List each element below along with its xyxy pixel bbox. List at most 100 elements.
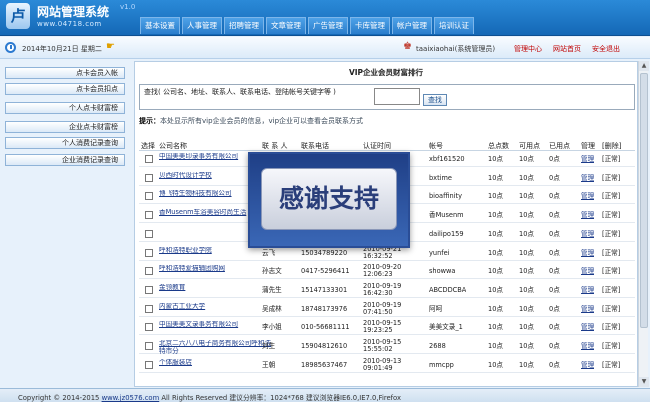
row-checkbox[interactable] [145, 285, 153, 294]
table-header: 选择 公司名称 联 系 人 联系电话 认证时间 帐号 总点数 可用点 已用点 管理 [删除] [139, 140, 635, 151]
sidebar-item-3[interactable]: 企业点卡财富榜 [5, 121, 125, 133]
nav-item-2[interactable]: 招聘管理 [224, 17, 264, 34]
row-checkbox[interactable] [145, 248, 153, 257]
available-points: 10点 [519, 342, 534, 350]
nav-item-7[interactable]: 培训认证 [434, 17, 474, 34]
nav-item-4[interactable]: 广告管理 [308, 17, 348, 34]
status-normal[interactable]: [正常] [602, 174, 620, 182]
company-name-link[interactable]: 呼和浩特职业学院 [159, 247, 274, 261]
total-points: 10点 [488, 211, 503, 220]
column-header-3: 联系电话 [301, 142, 329, 150]
available-points: 10点 [519, 285, 534, 294]
nav-item-0[interactable]: 基本设置 [140, 17, 180, 34]
link-admin-center[interactable]: 管理中心 [514, 44, 542, 54]
hand-icon: ☛ [106, 41, 115, 52]
manage-link[interactable]: 管理 [581, 211, 594, 219]
nav-item-1[interactable]: 人事管理 [182, 17, 222, 34]
manage-link[interactable]: 管理 [581, 361, 594, 369]
link-logout[interactable]: 安全退出 [592, 44, 620, 54]
account-name: yunfei [429, 248, 450, 257]
row-checkbox[interactable] [145, 155, 153, 163]
system-version: v1.0 [120, 3, 136, 11]
row-checkbox[interactable] [145, 229, 153, 238]
status-normal[interactable]: [正常] [602, 230, 620, 238]
row-checkbox[interactable] [145, 267, 153, 276]
contact-phone: 18748173976 [301, 304, 348, 313]
row-checkbox[interactable] [145, 360, 153, 369]
footer-recommend: 建议分辨率：1024*768 建议浏览器IE6.0,IE7.0,Firefox [229, 394, 402, 402]
scroll-thumb[interactable] [640, 73, 648, 328]
manage-link[interactable]: 管理 [581, 174, 594, 182]
footer: Copyright © 2014-2015 www.jz0576.com All… [0, 388, 650, 402]
row-checkbox[interactable] [145, 304, 153, 313]
footer-site-link[interactable]: www.jz0576.com [102, 394, 160, 402]
company-name-link[interactable]: 北京二六八八电子商务有限公司呼和浩特市分 [159, 340, 274, 354]
link-site-home[interactable]: 网站首页 [553, 44, 581, 54]
company-name-link[interactable]: 金领教育 [159, 284, 274, 298]
status-normal[interactable]: [正常] [602, 155, 620, 163]
sidebar-item-0[interactable]: 点卡会员入帐 [5, 67, 125, 79]
manage-link[interactable]: 管理 [581, 323, 594, 331]
status-normal[interactable]: [正常] [602, 323, 620, 331]
manage-link[interactable]: 管理 [581, 286, 594, 294]
status-normal[interactable]: [正常] [602, 286, 620, 294]
account-name: 美美文录_1 [429, 323, 463, 332]
contact-name: 蒲先生 [262, 285, 282, 294]
account-name: mmcpp [429, 360, 454, 369]
company-name-link[interactable]: 个体服装店 [159, 359, 274, 373]
manage-link[interactable]: 管理 [581, 249, 594, 257]
status-normal[interactable]: [正常] [602, 211, 620, 219]
status-normal[interactable]: [正常] [602, 361, 620, 369]
scroll-down-icon[interactable]: ▼ [639, 377, 649, 387]
sidebar-item-5[interactable]: 企业消费记录查询 [5, 154, 125, 166]
available-points: 10点 [519, 229, 534, 238]
certify-time: 2010-09-20 12:06:23 [363, 264, 402, 279]
logo-icon: 卢 [6, 3, 30, 29]
manage-link[interactable]: 管理 [581, 192, 594, 200]
manage-link[interactable]: 管理 [581, 267, 594, 275]
total-points: 10点 [488, 155, 503, 163]
manage-link[interactable]: 管理 [581, 230, 594, 238]
available-points: 10点 [519, 173, 534, 182]
manage-link[interactable]: 管理 [581, 342, 594, 350]
manage-link[interactable]: 管理 [581, 305, 594, 313]
nav-item-5[interactable]: 卡库管理 [350, 17, 390, 34]
nav-item-6[interactable]: 帐户管理 [392, 17, 432, 34]
contact-phone: 010-56681111 [301, 323, 350, 332]
scrollbar[interactable]: ▲ ▼ [638, 61, 649, 387]
sidebar-item-2[interactable]: 个人点卡财富榜 [5, 102, 125, 114]
status-normal[interactable]: [正常] [602, 305, 620, 313]
status-normal[interactable]: [正常] [602, 192, 620, 200]
company-name-link[interactable]: 内蒙古工业大学 [159, 303, 274, 317]
used-points: 0点 [549, 342, 560, 350]
sidebar-item-1[interactable]: 点卡会员扣点 [5, 83, 125, 95]
scroll-up-icon[interactable]: ▲ [639, 61, 649, 71]
certify-time: 2010-09-13 09:01:49 [363, 357, 402, 372]
footer-text: Copyright © 2014-2015 www.jz0576.com All… [18, 392, 401, 402]
search-input[interactable] [374, 88, 420, 105]
tip-text: 提示：本处显示所有vip企业会员的信息，vip企业可以查看会员联系方式 [139, 116, 363, 126]
row-checkbox[interactable] [145, 323, 153, 332]
status-normal[interactable]: [正常] [602, 342, 620, 350]
sidebar-item-4[interactable]: 个人消费记录查询 [5, 137, 125, 149]
row-checkbox[interactable] [145, 173, 153, 182]
page-title: VIP企业会员财富排行 [348, 68, 424, 77]
company-name-link[interactable]: 呼和浩特爱猫辅团购网 [159, 265, 274, 279]
search-button[interactable]: 查找 [423, 94, 447, 106]
column-header-8: 已用点 [549, 142, 570, 150]
used-points: 0点 [549, 229, 560, 238]
certify-time: 2010-09-19 16:42:30 [363, 282, 402, 297]
manage-link[interactable]: 管理 [581, 155, 594, 163]
status-normal[interactable]: [正常] [602, 249, 620, 257]
column-header-10: [删除] [602, 142, 622, 150]
column-header-4: 认证时间 [363, 142, 391, 150]
thanks-overlay[interactable]: 感谢支持 [248, 152, 410, 248]
company-name-link[interactable]: 中国美美文录事务有限公司 [159, 321, 274, 335]
row-checkbox[interactable] [145, 211, 153, 220]
total-points: 10点 [488, 323, 503, 332]
row-checkbox[interactable] [145, 342, 153, 350]
row-checkbox[interactable] [145, 192, 153, 201]
status-normal[interactable]: [正常] [602, 267, 620, 275]
nav-item-3[interactable]: 文章管理 [266, 17, 306, 34]
used-points: 0点 [549, 211, 560, 220]
